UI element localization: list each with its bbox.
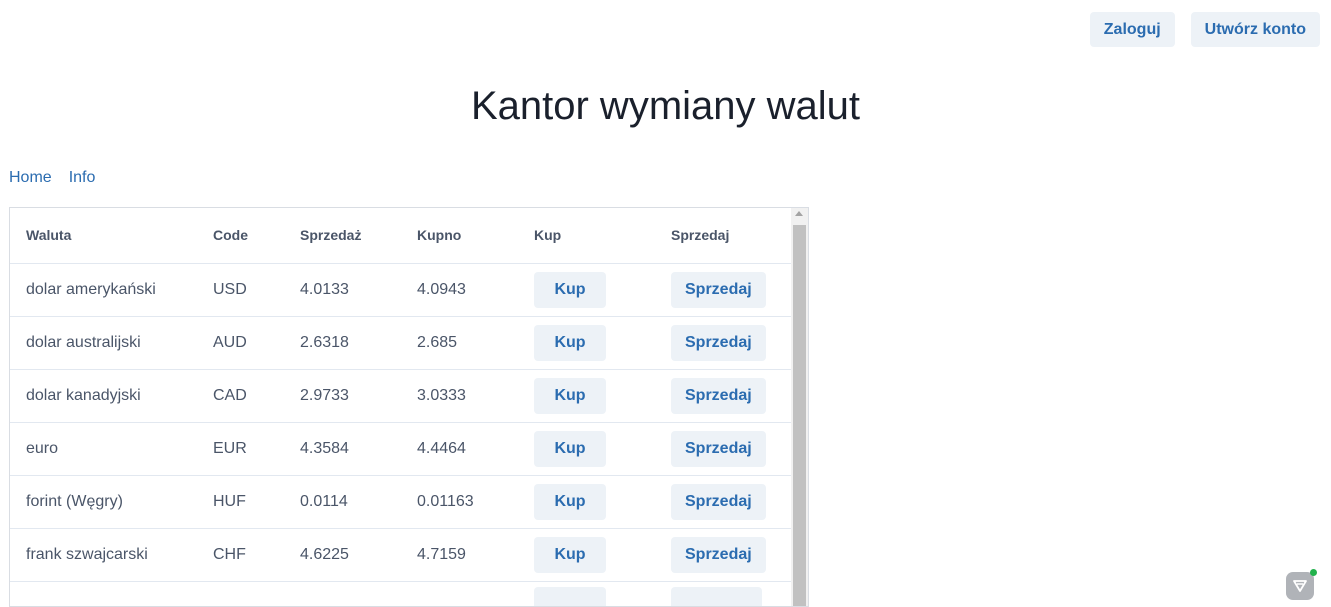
column-header-buy: Kup <box>518 208 655 263</box>
buy-rate: 4.0943 <box>401 263 518 316</box>
nav-home-link[interactable]: Home <box>9 169 52 187</box>
sell-rate: 4.3584 <box>284 422 401 475</box>
currency-code: HUF <box>197 475 284 528</box>
column-header-code: Code <box>197 208 284 263</box>
table-row: dolar amerykański USD 4.0133 4.0943 Kup … <box>10 263 792 316</box>
main-nav: Home Info <box>9 169 95 187</box>
currency-name <box>10 581 197 607</box>
currency-code <box>197 581 284 607</box>
sell-button[interactable] <box>671 587 762 607</box>
currency-name: euro <box>10 422 197 475</box>
currency-code: CAD <box>197 369 284 422</box>
sell-rate <box>284 581 401 607</box>
buy-button[interactable]: Kup <box>534 325 606 361</box>
column-header-sell-rate: Sprzedaż <box>284 208 401 263</box>
currency-name: dolar kanadyjski <box>10 369 197 422</box>
table-row: euro EUR 4.3584 4.4464 Kup Sprzedaj <box>10 422 792 475</box>
buy-button[interactable]: Kup <box>534 537 606 573</box>
buy-button[interactable] <box>534 587 606 607</box>
buy-rate: 4.4464 <box>401 422 518 475</box>
sell-button[interactable]: Sprzedaj <box>671 325 766 361</box>
currency-table: Waluta Code Sprzedaż Kupno Kup Sprzedaj … <box>10 208 792 607</box>
currency-code: EUR <box>197 422 284 475</box>
sell-rate: 4.6225 <box>284 528 401 581</box>
buy-rate: 4.7159 <box>401 528 518 581</box>
buy-button[interactable]: Kup <box>534 431 606 467</box>
table-scrollbar[interactable] <box>791 208 808 607</box>
table-row-partial <box>10 581 792 607</box>
register-button[interactable]: Utwórz konto <box>1191 12 1320 47</box>
currency-name: dolar australijski <box>10 316 197 369</box>
currency-name: frank szwajcarski <box>10 528 197 581</box>
scroll-up-arrow-icon[interactable] <box>795 211 803 216</box>
table-row: forint (Węgry) HUF 0.0114 0.01163 Kup Sp… <box>10 475 792 528</box>
buy-rate <box>401 581 518 607</box>
table-header-row: Waluta Code Sprzedaż Kupno Kup Sprzedaj <box>10 208 792 263</box>
currency-code: AUD <box>197 316 284 369</box>
sell-button[interactable]: Sprzedaj <box>671 431 766 467</box>
login-button[interactable]: Zaloguj <box>1090 12 1175 47</box>
nav-info-link[interactable]: Info <box>69 169 96 187</box>
table-row: dolar kanadyjski CAD 2.9733 3.0333 Kup S… <box>10 369 792 422</box>
sell-button[interactable]: Sprzedaj <box>671 537 766 573</box>
column-header-currency: Waluta <box>10 208 197 263</box>
sell-rate: 2.9733 <box>284 369 401 422</box>
chat-widget-button[interactable] <box>1286 572 1314 600</box>
currency-name: forint (Węgry) <box>10 475 197 528</box>
sell-rate: 0.0114 <box>284 475 401 528</box>
sell-button[interactable]: Sprzedaj <box>671 378 766 414</box>
sell-button[interactable]: Sprzedaj <box>671 484 766 520</box>
top-actions: Zaloguj Utwórz konto <box>1090 12 1320 47</box>
page-title: Kantor wymiany walut <box>0 84 1331 129</box>
buy-button[interactable]: Kup <box>534 272 606 308</box>
table-row: frank szwajcarski CHF 4.6225 4.7159 Kup … <box>10 528 792 581</box>
sell-rate: 4.0133 <box>284 263 401 316</box>
buy-rate: 0.01163 <box>401 475 518 528</box>
buy-button[interactable]: Kup <box>534 484 606 520</box>
table-row: dolar australijski AUD 2.6318 2.685 Kup … <box>10 316 792 369</box>
buy-rate: 3.0333 <box>401 369 518 422</box>
currency-table-container: Waluta Code Sprzedaż Kupno Kup Sprzedaj … <box>9 207 809 607</box>
currency-code: CHF <box>197 528 284 581</box>
column-header-sell: Sprzedaj <box>655 208 792 263</box>
sell-button[interactable]: Sprzedaj <box>671 272 766 308</box>
sell-rate: 2.6318 <box>284 316 401 369</box>
scrollbar-thumb[interactable] <box>793 225 806 607</box>
currency-name: dolar amerykański <box>10 263 197 316</box>
column-header-buy-rate: Kupno <box>401 208 518 263</box>
chat-widget-icon <box>1292 578 1308 594</box>
status-dot <box>1310 569 1317 576</box>
currency-code: USD <box>197 263 284 316</box>
buy-rate: 2.685 <box>401 316 518 369</box>
buy-button[interactable]: Kup <box>534 378 606 414</box>
